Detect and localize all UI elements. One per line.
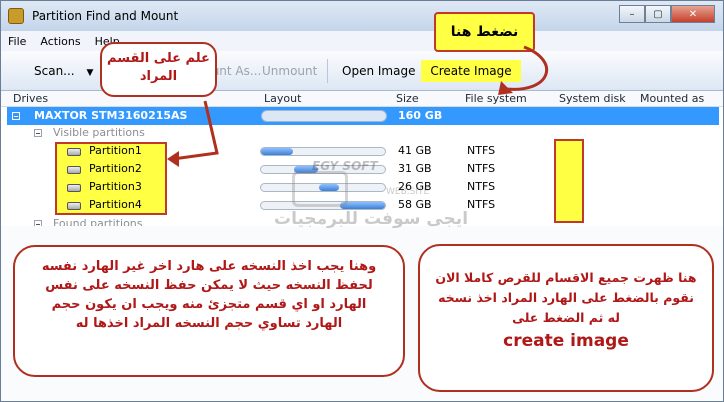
watermark-web: WEB.SITE [386, 187, 430, 197]
watermark-arabic: ايجى سوفت للبرمجيات [274, 209, 469, 229]
window-title: Partition Find and Mount [32, 9, 179, 23]
minimize-button[interactable]: – [619, 5, 645, 23]
disk-row[interactable]: MAXTOR STM3160215AS 160 GB [7, 107, 719, 125]
partition-file-system: NTFS [467, 144, 496, 157]
title-bar[interactable]: Partition Find and Mount – ▢ ✕ [1, 1, 723, 31]
close-button[interactable]: ✕ [671, 5, 715, 23]
drive-icon [67, 184, 81, 192]
scan-label: Scan... [34, 64, 75, 78]
col-file-system[interactable]: File system [465, 92, 527, 105]
col-mounted-as[interactable]: Mounted as [640, 92, 704, 105]
partition-size: 41 GB [398, 144, 432, 157]
open-image-button[interactable]: Open Image [337, 60, 420, 82]
system-disk-highlight [554, 139, 584, 223]
col-drives[interactable]: Drives [13, 92, 48, 105]
drive-icon [67, 202, 81, 210]
callout-right-note: هنا ظهرت جميع الاقسام للقرص كاملا الان ن… [418, 244, 714, 392]
col-layout[interactable]: Layout [264, 92, 301, 105]
callout-left-note: وهنا يجب اخذ النسخه على هارد اخر غير اله… [13, 245, 405, 377]
chevron-down-icon: ▼ [86, 68, 94, 78]
callout-press-here: نضغط هنا [434, 12, 535, 52]
disk-layout-bar [261, 110, 387, 122]
partition-name: Partition2 [89, 162, 142, 175]
app-window: Partition Find and Mount – ▢ ✕ File Acti… [0, 0, 724, 402]
maximize-button[interactable]: ▢ [645, 5, 671, 23]
collapse-icon[interactable] [34, 129, 42, 137]
menu-actions[interactable]: Actions [33, 35, 87, 48]
right-note-text: هنا ظهرت جميع الاقسام للقرص كاملا الان ن… [435, 270, 697, 325]
menu-file[interactable]: File [1, 35, 33, 48]
drive-icon [67, 166, 81, 174]
col-size[interactable]: Size [396, 92, 419, 105]
drive-icon [67, 148, 81, 156]
partition-name: Partition1 [89, 144, 142, 157]
toolbar-separator [327, 59, 328, 83]
disk-size: 160 GB [398, 109, 443, 122]
arrowhead-icon [167, 151, 179, 167]
unmount-button[interactable]: Unmount [257, 60, 322, 82]
group-visible-partitions: Visible partitions [53, 126, 145, 139]
callout-mark-partition: علم على القسم المراد [100, 42, 217, 97]
watermark-logo-icon [292, 171, 348, 207]
partition-name: Partition3 [89, 180, 142, 193]
disk-name: MAXTOR STM3160215AS [34, 109, 188, 122]
partition-layout-bar [260, 147, 386, 156]
col-system-disk[interactable]: System disk [559, 92, 626, 105]
partition-layout-fill [261, 148, 294, 155]
create-image-button[interactable]: Create Image [421, 60, 521, 82]
scan-button[interactable]: Scan... ▼ [29, 60, 98, 82]
right-note-english: create image [503, 331, 629, 351]
collapse-icon[interactable] [12, 112, 20, 120]
watermark-brand: EGY SOFT [312, 159, 378, 173]
app-icon [8, 8, 24, 24]
partition-name: Partition4 [89, 198, 142, 211]
